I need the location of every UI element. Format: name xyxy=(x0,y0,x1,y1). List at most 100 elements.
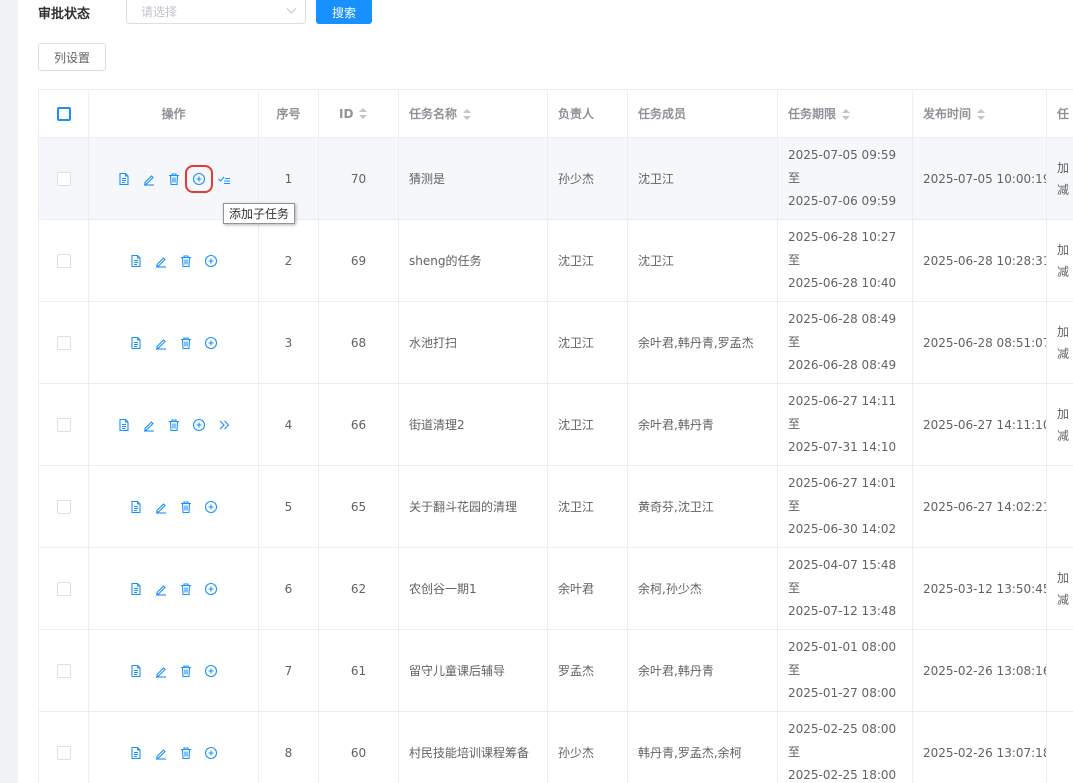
delete-icon[interactable] xyxy=(167,418,181,432)
row-period: 2025-06-27 14:01 至 2025-06-30 14:02 xyxy=(788,472,912,541)
view-doc-icon[interactable] xyxy=(129,664,143,678)
table-row[interactable]: 8 60 村民技能培训课程筹备 孙少杰 韩丹青,罗孟杰,余柯 2025-02-25 08:… xyxy=(38,711,1073,783)
table-row[interactable]: 3 68 水池打扫 沈卫江 余叶君,韩丹青,罗孟杰 2025-06-28 08:49 至 20… xyxy=(38,301,1073,384)
add-subtask-icon[interactable] xyxy=(204,746,218,760)
view-doc-icon[interactable] xyxy=(129,336,143,350)
row-checkbox[interactable] xyxy=(56,499,71,514)
sort-icon[interactable] xyxy=(842,108,851,121)
approval-status-label: 审批状态 xyxy=(38,6,91,22)
row-extra-1: 加 xyxy=(1057,570,1070,585)
edit-icon[interactable] xyxy=(154,254,168,268)
row-period-cell: 2025-07-05 09:59 至 2025-07-06 09:59 xyxy=(777,137,913,220)
header-published-cell[interactable]: 发布时间 xyxy=(912,89,1047,138)
period-start: 2025-06-27 14:11 xyxy=(788,394,897,408)
sort-icon[interactable] xyxy=(359,108,368,120)
row-owner: 沈卫江 xyxy=(547,383,628,466)
view-doc-icon[interactable] xyxy=(129,500,143,514)
row-published: 2025-06-28 08:51:07 xyxy=(912,301,1047,384)
delete-icon[interactable] xyxy=(179,500,193,514)
row-extra-2: 减 xyxy=(1057,182,1070,197)
edit-icon[interactable] xyxy=(154,664,168,678)
row-extra-1: 加 xyxy=(1057,406,1070,421)
add-subtask-icon[interactable] xyxy=(204,500,218,514)
select-placeholder: 请选择 xyxy=(141,5,178,19)
add-subtask-icon[interactable] xyxy=(204,254,218,268)
add-subtask-icon[interactable] xyxy=(192,418,206,432)
row-ops-cell xyxy=(88,219,259,302)
row-id: 66 xyxy=(318,383,399,466)
row-actions xyxy=(90,713,258,783)
row-checkbox[interactable] xyxy=(56,663,71,678)
row-task-name: 水池打扫 xyxy=(398,301,548,384)
delete-icon[interactable] xyxy=(179,254,193,268)
table-header-row: 操作 序号 ID 任务名称 负责人 任务成员 任务期限 发布时间 任 xyxy=(38,89,1073,138)
row-select-cell xyxy=(38,301,89,384)
view-doc-icon[interactable] xyxy=(117,172,131,186)
more-icon[interactable] xyxy=(217,418,231,432)
row-members: 沈卫江 xyxy=(627,219,778,302)
view-doc-icon[interactable] xyxy=(117,418,131,432)
row-checkbox[interactable] xyxy=(56,745,71,760)
header-period: 任务期限 xyxy=(788,107,837,121)
sort-icon[interactable] xyxy=(463,108,472,121)
row-extra: 加减 xyxy=(1057,157,1073,201)
add-subtask-icon[interactable] xyxy=(204,336,218,350)
add-subtask-icon[interactable] xyxy=(204,664,218,678)
delete-icon[interactable] xyxy=(167,172,181,186)
column-settings-button[interactable]: 列设置 xyxy=(38,43,106,71)
table-row[interactable]: 2 69 sheng的任务 沈卫江 沈卫江 2025-06-28 10:27 至 2025-0… xyxy=(38,219,1073,302)
add-subtask-icon[interactable] xyxy=(204,582,218,596)
view-doc-icon[interactable] xyxy=(129,254,143,268)
period-end: 2025-07-12 13:48 xyxy=(788,604,897,618)
row-index: 8 xyxy=(258,711,319,783)
table-row[interactable]: 7 61 留守儿童课后辅导 罗孟杰 余叶君,韩丹青 2025-01-01 08:00 至 20… xyxy=(38,629,1073,712)
row-checkbox[interactable] xyxy=(56,335,71,350)
row-ops-cell xyxy=(88,301,259,384)
chevron-down-icon xyxy=(286,3,297,14)
row-checkbox[interactable] xyxy=(56,417,71,432)
period-end: 2025-07-06 09:59 xyxy=(788,194,897,208)
row-actions xyxy=(90,549,258,629)
delete-icon[interactable] xyxy=(179,746,193,760)
header-name-cell[interactable]: 任务名称 xyxy=(398,89,548,138)
delete-icon[interactable] xyxy=(179,336,193,350)
table-row[interactable]: 6 62 农创谷一期1 余叶君 余柯,孙少杰 2025-04-07 15:48 至 2025-… xyxy=(38,547,1073,630)
row-extra-2: 减 xyxy=(1057,346,1070,361)
edit-icon[interactable] xyxy=(142,172,156,186)
sort-icon[interactable] xyxy=(977,108,986,121)
row-checkbox[interactable] xyxy=(56,253,71,268)
delete-icon[interactable] xyxy=(179,582,193,596)
view-doc-icon[interactable] xyxy=(129,746,143,760)
add-subtask-icon[interactable] xyxy=(184,164,213,193)
row-period-cell: 2025-04-07 15:48 至 2025-07-12 13:48 xyxy=(777,547,913,630)
row-members: 余叶君,韩丹青 xyxy=(627,629,778,712)
row-checkbox[interactable] xyxy=(56,581,71,596)
table-row[interactable]: 4 66 街道清理2 沈卫江 余叶君,韩丹青 2025-06-27 14:11 至 2025-… xyxy=(38,383,1073,466)
edit-icon[interactable] xyxy=(154,336,168,350)
row-owner: 孙少杰 xyxy=(547,137,628,220)
row-id: 61 xyxy=(318,629,399,712)
row-ops-cell xyxy=(88,629,259,712)
row-actions xyxy=(90,385,258,465)
edit-icon[interactable] xyxy=(142,418,156,432)
row-id: 62 xyxy=(318,547,399,630)
approve-icon[interactable] xyxy=(217,172,231,186)
edit-icon[interactable] xyxy=(154,582,168,596)
search-button[interactable]: 搜索 xyxy=(316,0,372,24)
header-id-cell[interactable]: ID xyxy=(318,89,399,138)
table-row[interactable]: 1 70 猜测是 孙少杰 沈卫江 2025-07-05 09:59 至 2025-07-06 … xyxy=(38,137,1073,220)
row-extra-cell xyxy=(1046,465,1073,548)
row-checkbox[interactable] xyxy=(56,171,71,186)
table-row[interactable]: 5 65 关于翻斗花园的清理 沈卫江 黄奇芬,沈卫江 2025-06-27 14:01 至 2… xyxy=(38,465,1073,548)
row-task-name: 猜测是 xyxy=(398,137,548,220)
approval-status-select[interactable]: 请选择 xyxy=(126,0,306,24)
view-doc-icon[interactable] xyxy=(129,582,143,596)
edit-icon[interactable] xyxy=(154,500,168,514)
delete-icon[interactable] xyxy=(179,664,193,678)
edit-icon[interactable] xyxy=(154,746,168,760)
period-start: 2025-01-01 08:00 xyxy=(788,640,897,654)
row-extra-cell: 加减 xyxy=(1046,301,1073,384)
row-extra: 加减 xyxy=(1057,321,1073,365)
header-period-cell[interactable]: 任务期限 xyxy=(777,89,913,138)
select-all-checkbox[interactable] xyxy=(56,106,71,121)
